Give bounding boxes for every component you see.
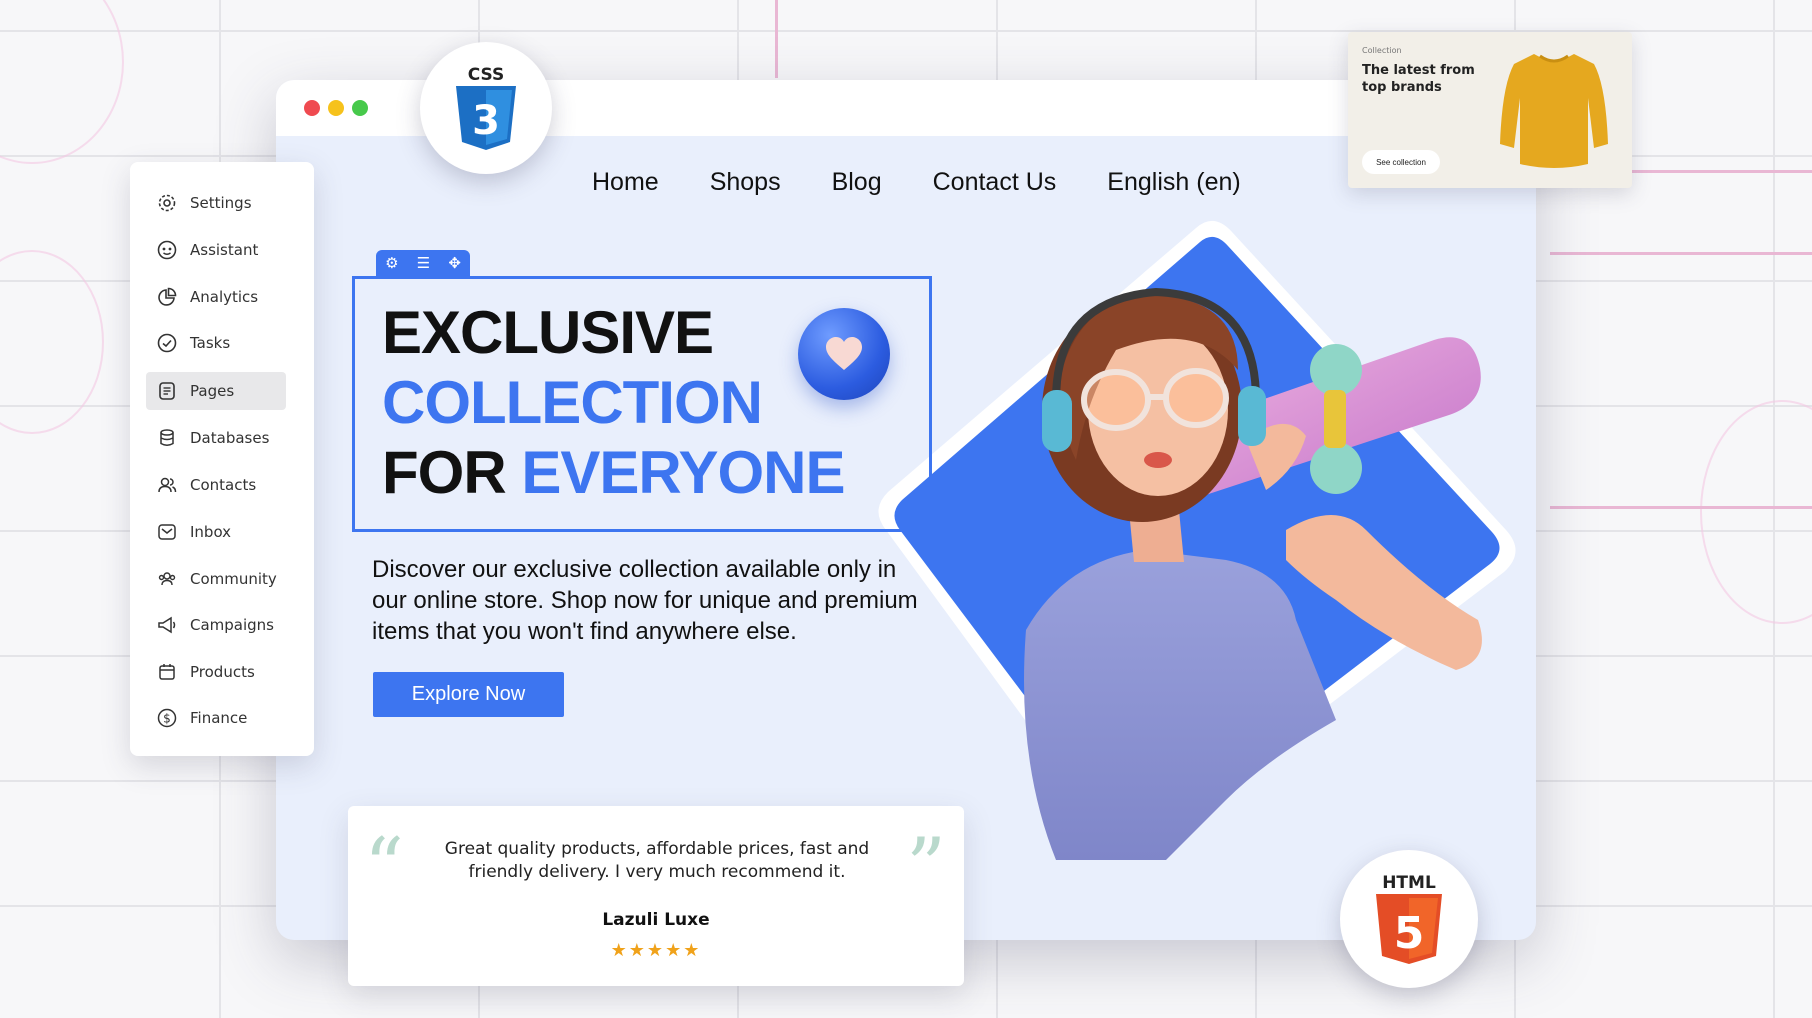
html5-shield-icon: HTML 5: [1376, 873, 1442, 964]
block-settings-icon[interactable]: ⚙: [385, 254, 398, 272]
sidebar-item-contacts[interactable]: Contacts: [146, 466, 286, 504]
sidebar-item-campaigns[interactable]: Campaigns: [146, 606, 286, 644]
sidebar-item-inbox[interactable]: Inbox: [146, 513, 286, 551]
calendar-icon: [156, 661, 178, 683]
testimonial-card: “ ” Great quality products, affordable p…: [348, 806, 964, 986]
sidebar-item-label: Databases: [190, 429, 270, 447]
decorative-line: [1550, 506, 1812, 509]
inbox-icon: [156, 521, 178, 543]
sidebar-item-label: Analytics: [190, 288, 259, 306]
collection-kicker: Collection: [1362, 46, 1402, 55]
html-badge-number: 5: [1394, 908, 1425, 959]
sidebar-item-label: Pages: [190, 382, 235, 400]
nav-home[interactable]: Home: [592, 168, 659, 197]
hero-image: [878, 220, 1516, 860]
contacts-icon: [156, 474, 178, 496]
block-menu-icon[interactable]: ☰: [417, 254, 430, 272]
sidebar-item-label: Contacts: [190, 476, 257, 494]
block-move-icon[interactable]: ✥: [448, 254, 461, 272]
testimonial-text: Great quality products, affordable price…: [444, 839, 870, 882]
close-quote-icon: ”: [906, 822, 946, 912]
megaphone-icon: [156, 614, 178, 636]
sidebar-item-products[interactable]: Products: [146, 653, 286, 691]
html5-badge: HTML 5: [1340, 850, 1478, 988]
maximize-window-dot[interactable]: [352, 100, 368, 116]
database-icon: [156, 427, 178, 449]
decorative-line: [775, 0, 778, 78]
block-edit-toolbar: ⚙ ☰ ✥: [376, 250, 470, 276]
assistant-icon: [156, 239, 178, 261]
sidebar-item-label: Tasks: [190, 334, 231, 352]
pie-chart-icon: [156, 286, 178, 308]
explore-now-button[interactable]: Explore Now: [373, 672, 564, 717]
css-badge-number: 3: [472, 98, 500, 144]
headline-line-3-black: FOR: [382, 439, 507, 506]
sidebar-item-label: Products: [190, 663, 255, 681]
svg-text:$: $: [163, 712, 171, 726]
main-nav: Home Shops Blog Contact Us English (en): [592, 168, 1292, 197]
sidebar-item-community[interactable]: Community: [146, 560, 286, 598]
rating-stars: ★★★★★: [610, 940, 702, 961]
sidebar-item-analytics[interactable]: Analytics: [146, 278, 286, 316]
gear-icon: [156, 192, 178, 214]
sidebar-item-databases[interactable]: Databases: [146, 419, 286, 457]
nav-language[interactable]: English (en): [1107, 168, 1240, 197]
decorative-line: [1550, 252, 1812, 255]
headline-line-3-blue: EVERYONE: [521, 439, 845, 506]
sidebar-item-settings[interactable]: Settings: [146, 184, 286, 222]
dollar-icon: $: [156, 707, 178, 729]
collection-card[interactable]: Collection The latest from top brands Se…: [1348, 32, 1632, 188]
headline-line-2: COLLECTION: [382, 369, 763, 436]
minimize-window-dot[interactable]: [328, 100, 344, 116]
css3-shield-icon: CSS 3: [456, 65, 516, 150]
sidebar-item-label: Finance: [190, 709, 248, 727]
headline-line-1: EXCLUSIVE: [382, 299, 714, 366]
sidebar-item-label: Community: [190, 570, 277, 588]
hero-headline: EXCLUSIVE COLLECTION FOR EVERYONE: [382, 298, 846, 508]
sidebar-item-tasks[interactable]: Tasks: [146, 324, 286, 362]
page-icon: [156, 380, 178, 402]
css3-badge: CSS 3: [420, 42, 552, 174]
sidebar-item-label: Campaigns: [190, 616, 275, 634]
sidebar-item-label: Assistant: [190, 241, 259, 259]
nav-contact-us[interactable]: Contact Us: [933, 168, 1057, 197]
sidebar-item-label: Settings: [190, 194, 252, 212]
nav-blog[interactable]: Blog: [832, 168, 882, 197]
open-quote-icon: “: [364, 822, 404, 912]
hero-description: Discover our exclusive collection availa…: [372, 556, 918, 645]
collection-title: The latest from top brands: [1362, 63, 1475, 95]
app-sidebar: Settings Assistant Analytics Tasks Pages…: [130, 162, 314, 756]
see-collection-button[interactable]: See collection: [1362, 150, 1440, 174]
sidebar-item-assistant[interactable]: Assistant: [146, 231, 286, 269]
testimonial-author: Lazuli Luxe: [602, 910, 710, 930]
nav-shops[interactable]: Shops: [710, 168, 781, 197]
close-window-dot[interactable]: [304, 100, 320, 116]
sidebar-item-finance[interactable]: $ Finance: [146, 699, 286, 737]
check-circle-icon: [156, 332, 178, 354]
community-icon: [156, 568, 178, 590]
sweater-image: [1500, 54, 1608, 168]
html-badge-label: HTML: [1382, 873, 1436, 893]
sidebar-item-pages[interactable]: Pages: [146, 372, 286, 410]
heart-icon: [798, 308, 890, 400]
sidebar-item-label: Inbox: [190, 523, 232, 541]
css-badge-label: CSS: [468, 65, 505, 85]
